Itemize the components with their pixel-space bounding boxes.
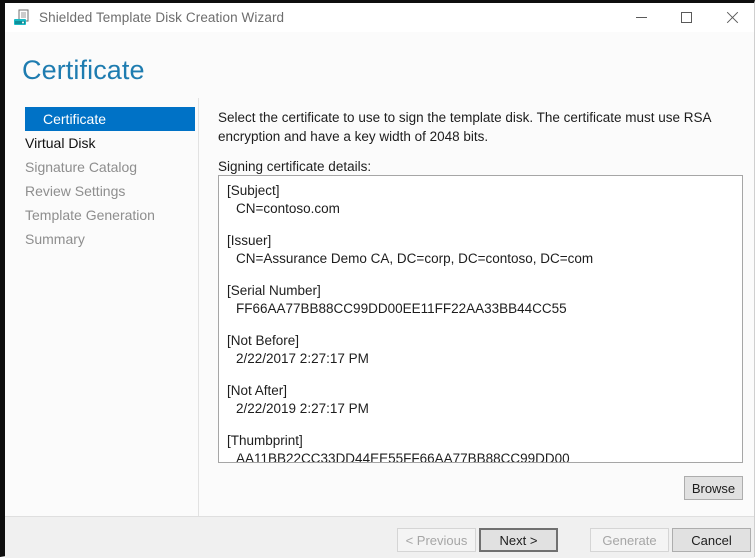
- cert-field-value: CN=contoso.com: [227, 200, 734, 218]
- details-label: Signing certificate details:: [218, 159, 744, 174]
- cert-field-key: [Serial Number]: [227, 282, 734, 300]
- cert-field-value: AA11BB22CC33DD44EE55FF66AA77BB88CC99DD00: [227, 450, 734, 463]
- body-area: Certificate Virtual Disk Signature Catal…: [5, 98, 754, 516]
- sidebar-item-summary: Summary: [5, 227, 195, 251]
- sidebar-divider: [198, 98, 199, 516]
- cert-field-value: FF66AA77BB88CC99DD00EE11FF22AA33BB44CC55: [227, 300, 734, 318]
- cancel-button[interactable]: Cancel: [672, 528, 751, 552]
- sidebar-item-label: Review Settings: [25, 183, 125, 199]
- previous-button: < Previous: [397, 528, 476, 552]
- window-title: Shielded Template Disk Creation Wizard: [39, 10, 284, 25]
- window-controls: [619, 3, 754, 32]
- maximize-button[interactable]: [664, 3, 709, 32]
- sidebar-item-virtual-disk[interactable]: Virtual Disk: [5, 131, 195, 155]
- cert-field-value: CN=Assurance Demo CA, DC=corp, DC=contos…: [227, 250, 734, 268]
- minimize-icon: [636, 17, 647, 18]
- sidebar-item-certificate[interactable]: Certificate: [25, 107, 195, 131]
- footer-bar: < Previous Next > Generate Cancel: [5, 516, 754, 558]
- cert-field-not-before: [Not Before] 2/22/2017 2:27:17 PM: [227, 332, 734, 368]
- generate-button: Generate: [590, 528, 669, 552]
- title-bar: Shielded Template Disk Creation Wizard: [5, 3, 754, 32]
- minimize-button[interactable]: [619, 3, 664, 32]
- sidebar-item-review-settings: Review Settings: [5, 179, 195, 203]
- sidebar-item-label: Virtual Disk: [25, 135, 96, 151]
- sidebar-item-label: Certificate: [43, 111, 106, 127]
- cert-field-key: [Thumbprint]: [227, 432, 734, 450]
- cert-field-key: [Subject]: [227, 182, 734, 200]
- sidebar-item-label: Template Generation: [25, 207, 155, 223]
- sidebar-item-template-generation: Template Generation: [5, 203, 195, 227]
- cert-field-not-after: [Not After] 2/22/2019 2:27:17 PM: [227, 382, 734, 418]
- next-button[interactable]: Next >: [479, 528, 558, 552]
- wizard-steps-nav: Certificate Virtual Disk Signature Catal…: [5, 107, 195, 251]
- close-icon: [726, 12, 738, 24]
- content-pane: Select the certificate to use to sign th…: [218, 98, 744, 174]
- cert-field-key: [Not After]: [227, 382, 734, 400]
- cert-field-value: 2/22/2019 2:27:17 PM: [227, 400, 734, 418]
- certificate-details-content: [Subject] CN=contoso.com [Issuer] CN=Ass…: [219, 176, 742, 463]
- maximize-icon: [681, 12, 692, 23]
- cert-field-key: [Not Before]: [227, 332, 734, 350]
- cert-field-subject: [Subject] CN=contoso.com: [227, 182, 734, 218]
- cert-field-thumbprint: [Thumbprint] AA11BB22CC33DD44EE55FF66AA7…: [227, 432, 734, 463]
- cert-field-key: [Issuer]: [227, 232, 734, 250]
- sidebar-item-label: Signature Catalog: [25, 159, 137, 175]
- cert-field-serial-number: [Serial Number] FF66AA77BB88CC99DD00EE11…: [227, 282, 734, 318]
- close-button[interactable]: [709, 3, 754, 32]
- wizard-window: Shielded Template Disk Creation Wizard C…: [0, 0, 755, 557]
- sidebar-item-label: Summary: [25, 231, 85, 247]
- page-header: Certificate: [5, 32, 754, 98]
- browse-button[interactable]: Browse: [684, 476, 743, 500]
- instruction-text: Select the certificate to use to sign th…: [218, 108, 742, 146]
- cert-field-value: 2/22/2017 2:27:17 PM: [227, 350, 734, 368]
- sidebar-item-signature-catalog: Signature Catalog: [5, 155, 195, 179]
- cert-field-issuer: [Issuer] CN=Assurance Demo CA, DC=corp, …: [227, 232, 734, 268]
- shielded-disk-icon: [13, 9, 31, 27]
- page-title: Certificate: [22, 55, 145, 86]
- certificate-details-box[interactable]: [Subject] CN=contoso.com [Issuer] CN=Ass…: [218, 175, 743, 463]
